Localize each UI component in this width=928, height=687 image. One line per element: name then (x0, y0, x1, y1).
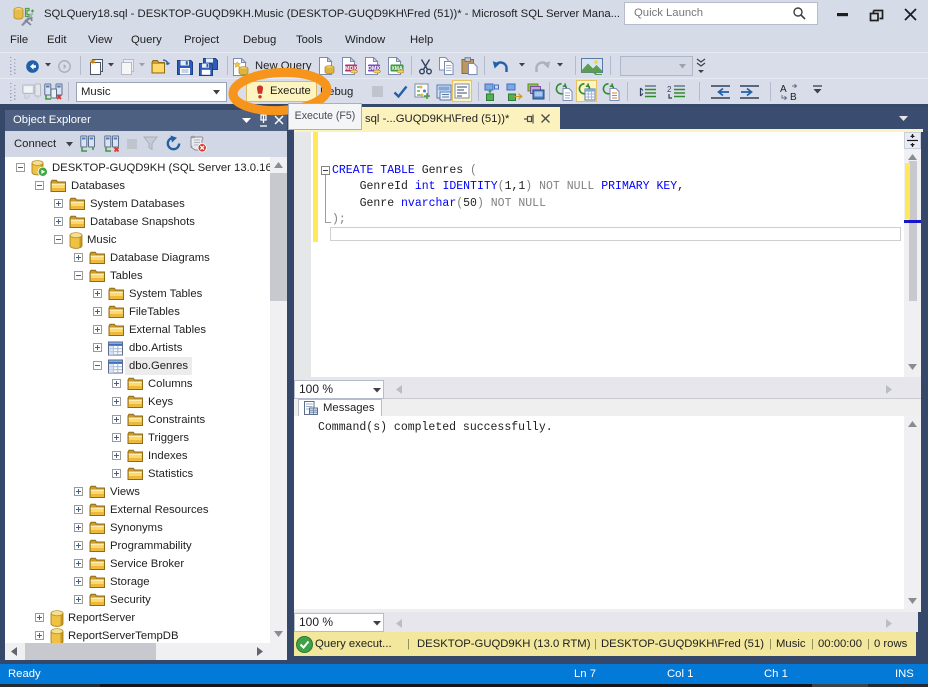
svg-text:A: A (780, 84, 787, 95)
svg-text:2: 2 (667, 85, 672, 94)
svg-text:B: B (790, 92, 797, 101)
